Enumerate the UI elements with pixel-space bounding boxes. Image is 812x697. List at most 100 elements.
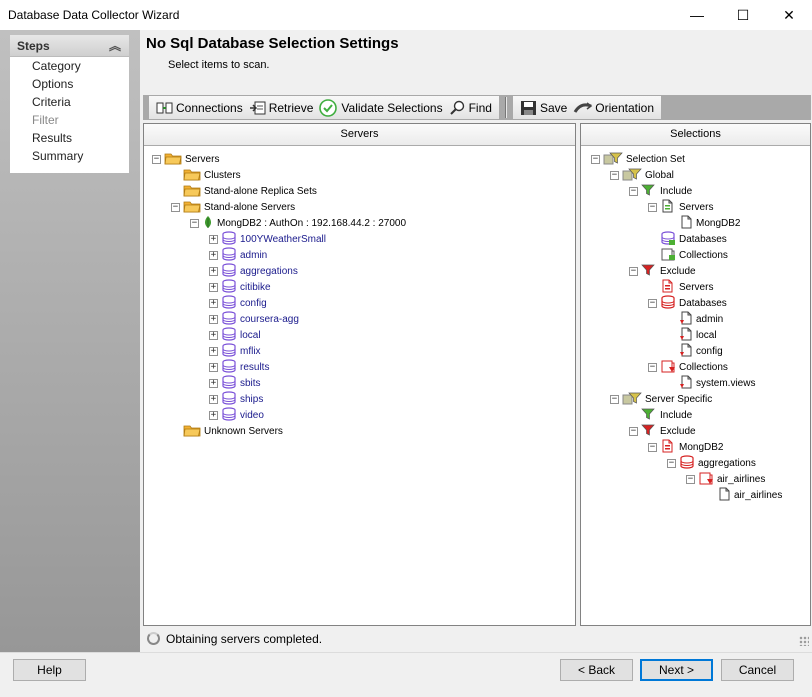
step-results[interactable]: Results [10, 129, 129, 147]
connections-button[interactable]: Connections [153, 97, 246, 118]
retrieve-button[interactable]: Retrieve [246, 97, 317, 118]
server-tree-node[interactable]: Unknown Servers [171, 423, 283, 439]
selection-tree-node[interactable]: − Exclude [629, 423, 696, 439]
collapse-toggle-icon[interactable]: − [629, 266, 638, 276]
step-summary[interactable]: Summary [10, 147, 129, 165]
magnifier-icon [449, 100, 464, 115]
close-button[interactable]: ✕ [766, 0, 812, 30]
selection-tree-node[interactable]: local [667, 327, 717, 343]
selection-tree-node[interactable]: air_airlines [705, 487, 782, 503]
expand-toggle-icon[interactable]: + [209, 314, 218, 324]
node-label: config [696, 345, 723, 357]
collapse-toggle-icon[interactable]: − [648, 298, 657, 308]
server-tree-node[interactable]: + aggregations [209, 262, 298, 279]
collapse-toggle-icon[interactable]: − [171, 202, 180, 212]
back-button[interactable]: < Back [560, 659, 633, 681]
database-icon [221, 374, 237, 392]
expand-toggle-icon[interactable]: + [209, 234, 218, 244]
server-tree-node[interactable]: + ships [209, 390, 263, 407]
server-tree-node[interactable]: Clusters [171, 167, 241, 183]
find-label: Find [468, 100, 492, 115]
collapse-toggle-icon[interactable]: − [648, 362, 657, 372]
collapse-chevron-icon[interactable]: ︽ [109, 37, 121, 54]
selection-tree-node[interactable]: admin [667, 311, 723, 327]
expand-toggle-icon[interactable]: + [209, 362, 218, 372]
server-tree-node[interactable]: Stand-alone Replica Sets [171, 183, 317, 199]
server-tree-node[interactable]: + admin [209, 246, 267, 263]
server-tree-node[interactable]: +100YWeatherSmall [209, 230, 326, 247]
node-label: system.views [696, 377, 756, 389]
server-tree-node[interactable]: + video [209, 406, 264, 423]
node-label: local [240, 329, 261, 341]
server-tree-node[interactable]: + coursera-agg [209, 310, 299, 327]
resize-grip-icon[interactable] [799, 636, 809, 646]
maximize-button[interactable]: ☐ [720, 0, 766, 30]
selection-tree-node[interactable]: − Collections [648, 359, 728, 375]
selection-tree-node[interactable]: system.views [667, 375, 755, 391]
collapse-toggle-icon[interactable]: − [648, 442, 657, 452]
expand-toggle-icon[interactable]: + [209, 378, 218, 388]
collapse-toggle-icon[interactable]: − [190, 218, 199, 228]
expand-toggle-icon[interactable]: + [209, 250, 218, 260]
steps-header[interactable]: Steps ︽ [10, 35, 129, 57]
selection-tree-node[interactable]: − air_airlines [686, 471, 765, 487]
server-tree-node[interactable]: + results [209, 358, 269, 376]
database-icon [221, 358, 237, 376]
help-button[interactable]: Help [13, 659, 86, 681]
collapse-toggle-icon[interactable]: − [667, 458, 676, 468]
node-label: Servers [679, 201, 714, 213]
collapse-toggle-icon[interactable]: − [686, 474, 695, 484]
selection-tree-node[interactable]: config [667, 343, 723, 359]
selection-tree-node[interactable]: − Exclude [629, 263, 696, 279]
collapse-toggle-icon[interactable]: − [152, 154, 161, 164]
step-category[interactable]: Category [10, 57, 129, 75]
collapse-toggle-icon[interactable]: − [610, 394, 619, 404]
filter-exclude-icon [641, 423, 657, 440]
orientation-label: Orientation [595, 100, 654, 115]
collapse-toggle-icon[interactable]: − [648, 202, 657, 212]
expand-toggle-icon[interactable]: + [209, 346, 218, 356]
server-tree-node[interactable]: − MongDB2 : AuthOn : 192.168.44.2 : 27000 [190, 215, 406, 231]
collapse-toggle-icon[interactable]: − [610, 170, 619, 180]
validate-selections-button[interactable]: Validate Selections [316, 97, 445, 118]
collapse-toggle-icon[interactable]: − [629, 426, 638, 436]
expand-toggle-icon[interactable]: + [209, 298, 218, 308]
expand-toggle-icon[interactable]: + [209, 410, 218, 420]
collapse-toggle-icon[interactable]: − [591, 154, 600, 164]
step-criteria[interactable]: Criteria [10, 93, 129, 111]
expand-toggle-icon[interactable]: + [209, 330, 218, 340]
save-button[interactable]: Save [517, 97, 570, 118]
expand-toggle-icon[interactable]: + [209, 394, 218, 404]
orientation-button[interactable]: Orientation [570, 97, 657, 118]
selection-tree-node[interactable]: − Servers [648, 199, 713, 215]
selection-tree-node[interactable]: − Global [610, 167, 674, 183]
find-button[interactable]: Find [446, 97, 495, 118]
server-tree-node[interactable]: + mflix [209, 342, 261, 359]
selection-tree-node[interactable]: Servers [648, 279, 713, 295]
server-tree-node[interactable]: − Servers [152, 151, 219, 167]
selection-tree-node[interactable]: − Server Specific [610, 391, 712, 407]
expand-toggle-icon[interactable]: + [209, 282, 218, 292]
selection-tree-node[interactable]: Databases [648, 230, 727, 247]
server-tree-node[interactable]: + config [209, 294, 267, 311]
page-subtitle: Select items to scan. [168, 59, 270, 71]
selection-tree-node[interactable]: Include [629, 407, 692, 423]
server-tree-node[interactable]: − Stand-alone Servers [171, 199, 295, 215]
next-button[interactable]: Next > [640, 659, 713, 681]
node-label: config [240, 297, 267, 309]
selection-tree-node[interactable]: MongDB2 [667, 215, 740, 231]
expand-toggle-icon[interactable]: + [209, 266, 218, 276]
selection-tree-node[interactable]: − Include [629, 183, 692, 199]
selection-tree-node[interactable]: − MongDB2 [648, 439, 723, 455]
server-tree-node[interactable]: + citibike [209, 278, 271, 295]
server-tree-node[interactable]: + local [209, 326, 261, 343]
step-options[interactable]: Options [10, 75, 129, 93]
selection-tree-node[interactable]: − aggregations [667, 454, 756, 471]
selection-tree-node[interactable]: − Databases [648, 294, 727, 311]
collapse-toggle-icon[interactable]: − [629, 186, 638, 196]
selection-tree-node[interactable]: Collections [648, 247, 728, 263]
server-tree-node[interactable]: + sbits [209, 374, 261, 392]
selection-tree-node[interactable]: − Selection Set [591, 151, 685, 167]
minimize-button[interactable]: — [674, 0, 720, 30]
cancel-button[interactable]: Cancel [721, 659, 794, 681]
